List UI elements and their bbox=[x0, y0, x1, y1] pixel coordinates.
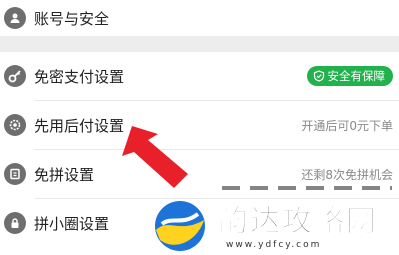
pointer-arrow-icon bbox=[122, 126, 188, 188]
ticket-icon bbox=[4, 163, 26, 185]
account-group: 账号与安全 bbox=[0, 0, 399, 36]
key-icon bbox=[4, 65, 26, 87]
row-password-free-payment[interactable]: 免密支付设置 安全有保障 bbox=[0, 52, 399, 100]
row-label: 账号与安全 bbox=[34, 9, 110, 28]
security-badge: 安全有保障 bbox=[306, 66, 393, 86]
watermark-dashes bbox=[222, 186, 392, 190]
row-value: 还剩8次免拼机会 bbox=[301, 167, 393, 182]
row-value: 开通后可0元下单 bbox=[301, 118, 393, 133]
row-account-security[interactable]: 账号与安全 bbox=[0, 0, 399, 42]
badge-text: 安全有保障 bbox=[327, 69, 386, 83]
watermark-title: 韵达攻略网 bbox=[218, 204, 378, 240]
row-label: 免拼设置 bbox=[34, 165, 95, 184]
watermark-url: www.ydfcy.com bbox=[226, 240, 322, 250]
shield-check-icon bbox=[313, 70, 324, 82]
user-shield-icon bbox=[4, 7, 26, 29]
gear-badge-icon bbox=[4, 114, 26, 136]
row-label: 先用后付设置 bbox=[34, 116, 125, 135]
row-label: 免密支付设置 bbox=[34, 67, 125, 86]
watermark-logo bbox=[155, 201, 205, 251]
lock-icon bbox=[4, 212, 26, 234]
row-label: 拼小圈设置 bbox=[34, 214, 110, 233]
